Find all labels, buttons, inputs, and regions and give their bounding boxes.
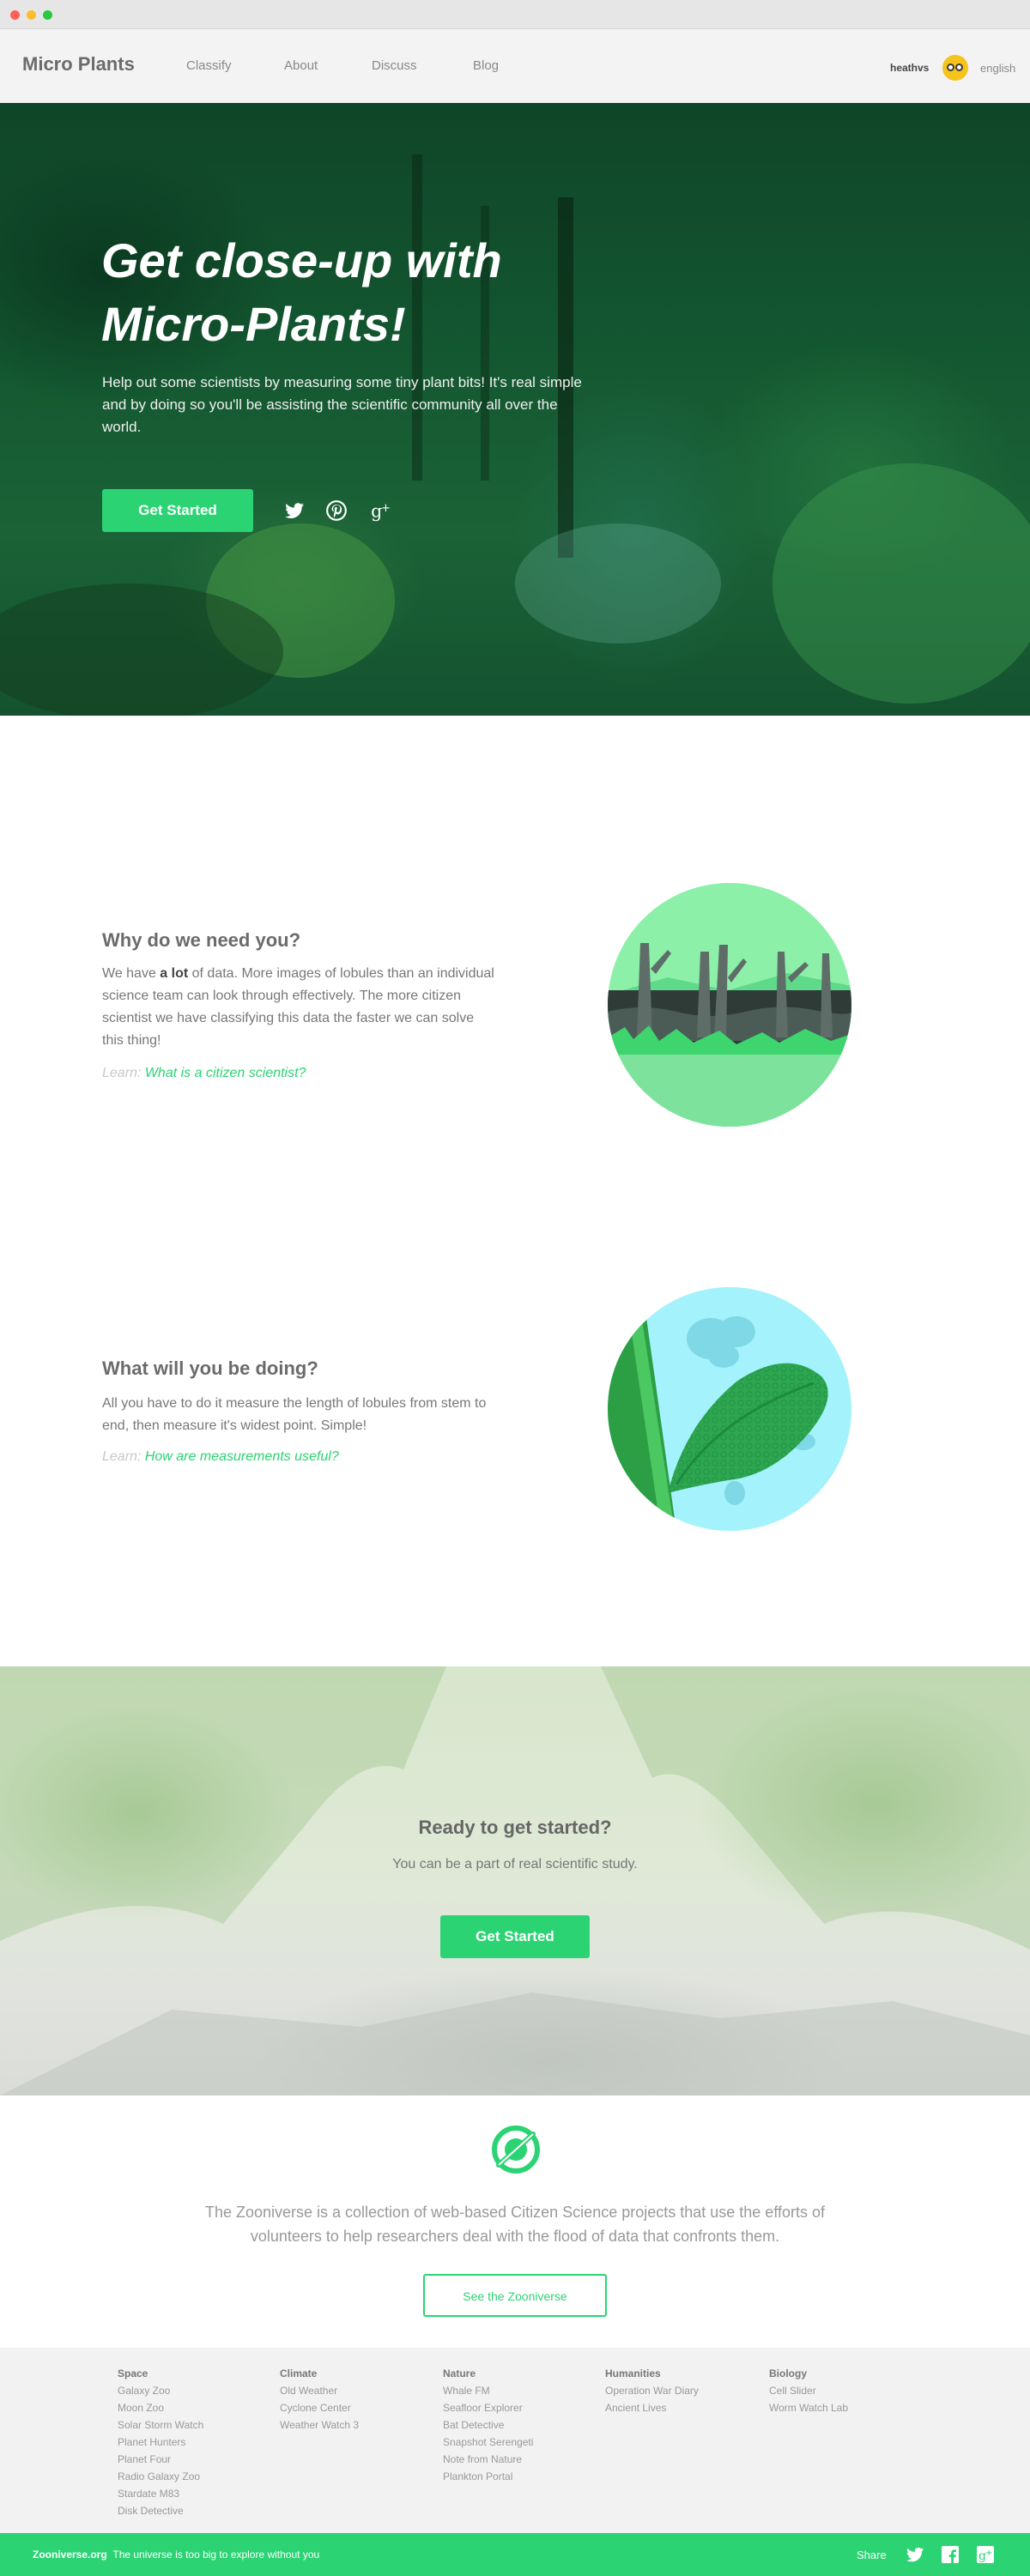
footer-link[interactable]: Ancient Lives — [605, 2399, 699, 2416]
close-window-button[interactable] — [10, 10, 20, 20]
footer-heading: Biology — [769, 2367, 807, 2379]
nav-link-blog[interactable]: Blog — [473, 58, 499, 73]
hero-section: Get close-up with Micro-Plants! Help out… — [0, 103, 1030, 716]
svg-text:+: + — [381, 502, 391, 515]
username[interactable]: heathvs — [890, 62, 929, 74]
footer-link[interactable]: Seafloor Explorer — [443, 2399, 533, 2416]
avatar-eye — [955, 63, 963, 71]
footer-link[interactable]: Planet Hunters — [118, 2434, 203, 2451]
footer-column-humanities: Humanities Operation War Diary Ancient L… — [605, 2365, 699, 2416]
doing-heading: What will you be doing? — [102, 1358, 318, 1379]
footer-link[interactable]: Plankton Portal — [443, 2468, 533, 2485]
why-heading: Why do we need you? — [102, 929, 301, 951]
twitter-icon[interactable] — [905, 2544, 925, 2565]
bottom-bar: Zooniverse.org The universe is too big t… — [0, 2533, 1030, 2576]
footer-link[interactable]: Worm Watch Lab — [769, 2399, 848, 2416]
footer-link[interactable]: Galaxy Zoo — [118, 2382, 203, 2399]
facebook-icon[interactable] — [940, 2544, 960, 2565]
language-selector[interactable]: english — [980, 62, 1015, 75]
see-zooniverse-button[interactable]: See the Zooniverse — [423, 2274, 607, 2317]
measurements-useful-link[interactable]: How are measurements useful? — [145, 1449, 339, 1464]
footer-column-space: Space Galaxy Zoo Moon Zoo Solar Storm Wa… — [118, 2365, 203, 2519]
footer-heading: Climate — [280, 2367, 318, 2379]
nav-link-discuss[interactable]: Discuss — [372, 58, 417, 73]
citizen-scientist-link[interactable]: What is a citizen scientist? — [145, 1066, 306, 1080]
doing-learn: Learn: How are measurements useful? — [102, 1449, 339, 1464]
footer-link[interactable]: Operation War Diary — [605, 2382, 699, 2399]
nav-link-classify[interactable]: Classify — [186, 58, 232, 73]
footer-link[interactable]: Cyclone Center — [280, 2399, 359, 2416]
google-plus-icon[interactable]: g + — [975, 2544, 996, 2565]
footer-link[interactable]: Bat Detective — [443, 2416, 533, 2434]
share-label: Share — [857, 2549, 887, 2561]
hero-text: Help out some scientists by measuring so… — [102, 374, 582, 435]
footer-link[interactable]: Snapshot Serengeti — [443, 2434, 533, 2451]
footer-link[interactable]: Cell Slider — [769, 2382, 848, 2399]
zooniverse-site-link[interactable]: Zooniverse.org — [33, 2549, 107, 2561]
zooniverse-description: The Zooniverse is a collection of web-ba… — [204, 2204, 826, 2245]
footer-heading: Nature — [443, 2367, 476, 2379]
footer-column-biology: Biology Cell Slider Worm Watch Lab — [769, 2365, 848, 2416]
footer: Space Galaxy Zoo Moon Zoo Solar Storm Wa… — [0, 2348, 1030, 2533]
maximize-window-button[interactable] — [43, 10, 52, 20]
footer-heading: Humanities — [605, 2367, 661, 2379]
footer-link[interactable]: Moon Zoo — [118, 2399, 203, 2416]
footer-link[interactable]: Disk Detective — [118, 2502, 203, 2519]
footer-link[interactable]: Weather Watch 3 — [280, 2416, 359, 2434]
why-text: We have a lot of data. More images of lo… — [102, 966, 494, 1048]
cta-title: Ready to get started? — [418, 1817, 612, 1838]
pinterest-icon[interactable] — [325, 499, 348, 522]
minimize-window-button[interactable] — [27, 10, 36, 20]
brand-logo[interactable]: Micro Plants — [22, 53, 135, 76]
footer-link[interactable]: Solar Storm Watch — [118, 2416, 203, 2434]
footer-link[interactable]: Planet Four — [118, 2451, 203, 2468]
google-plus-icon[interactable]: g + — [370, 499, 392, 522]
footer-link[interactable]: Old Weather — [280, 2382, 359, 2399]
hero-get-started-button[interactable]: Get Started — [102, 489, 253, 532]
footer-link[interactable]: Stardate M83 — [118, 2485, 203, 2502]
lobule-illustration — [608, 1287, 851, 1531]
footer-link[interactable]: Note from Nature — [443, 2451, 533, 2468]
footer-link[interactable]: Radio Galaxy Zoo — [118, 2468, 203, 2485]
cta-section: Ready to get started? You can be a part … — [0, 1666, 1030, 2095]
avatar[interactable] — [942, 55, 968, 81]
avatar-eye — [947, 63, 954, 71]
why-learn: Learn: What is a citizen scientist? — [102, 1066, 306, 1080]
footer-link[interactable]: Whale FM — [443, 2382, 533, 2399]
cta-get-started-button[interactable]: Get Started — [440, 1915, 590, 1958]
footer-column-nature: Nature Whale FM Seafloor Explorer Bat De… — [443, 2365, 533, 2485]
top-nav: Micro Plants Classify About Discuss Blog… — [0, 29, 1030, 103]
forest-illustration — [608, 883, 851, 1127]
landscape-background — [0, 1666, 1030, 2095]
twitter-icon[interactable] — [283, 499, 306, 522]
footer-column-climate: Climate Old Weather Cyclone Center Weath… — [280, 2365, 359, 2434]
bottom-tagline: Zooniverse.org The universe is too big t… — [33, 2549, 320, 2561]
cta-subtitle: You can be a part of real scientific stu… — [392, 1857, 638, 1872]
footer-heading: Space — [118, 2367, 148, 2379]
nav-link-about[interactable]: About — [284, 58, 318, 73]
hero-title: Get close-up with Micro-Plants! — [101, 233, 502, 351]
doing-text: All you have to do it measure the length… — [102, 1396, 487, 1433]
zooniverse-logo-icon[interactable] — [492, 2126, 540, 2174]
svg-text:+: + — [985, 2549, 992, 2558]
window-titlebar — [0, 0, 1030, 29]
